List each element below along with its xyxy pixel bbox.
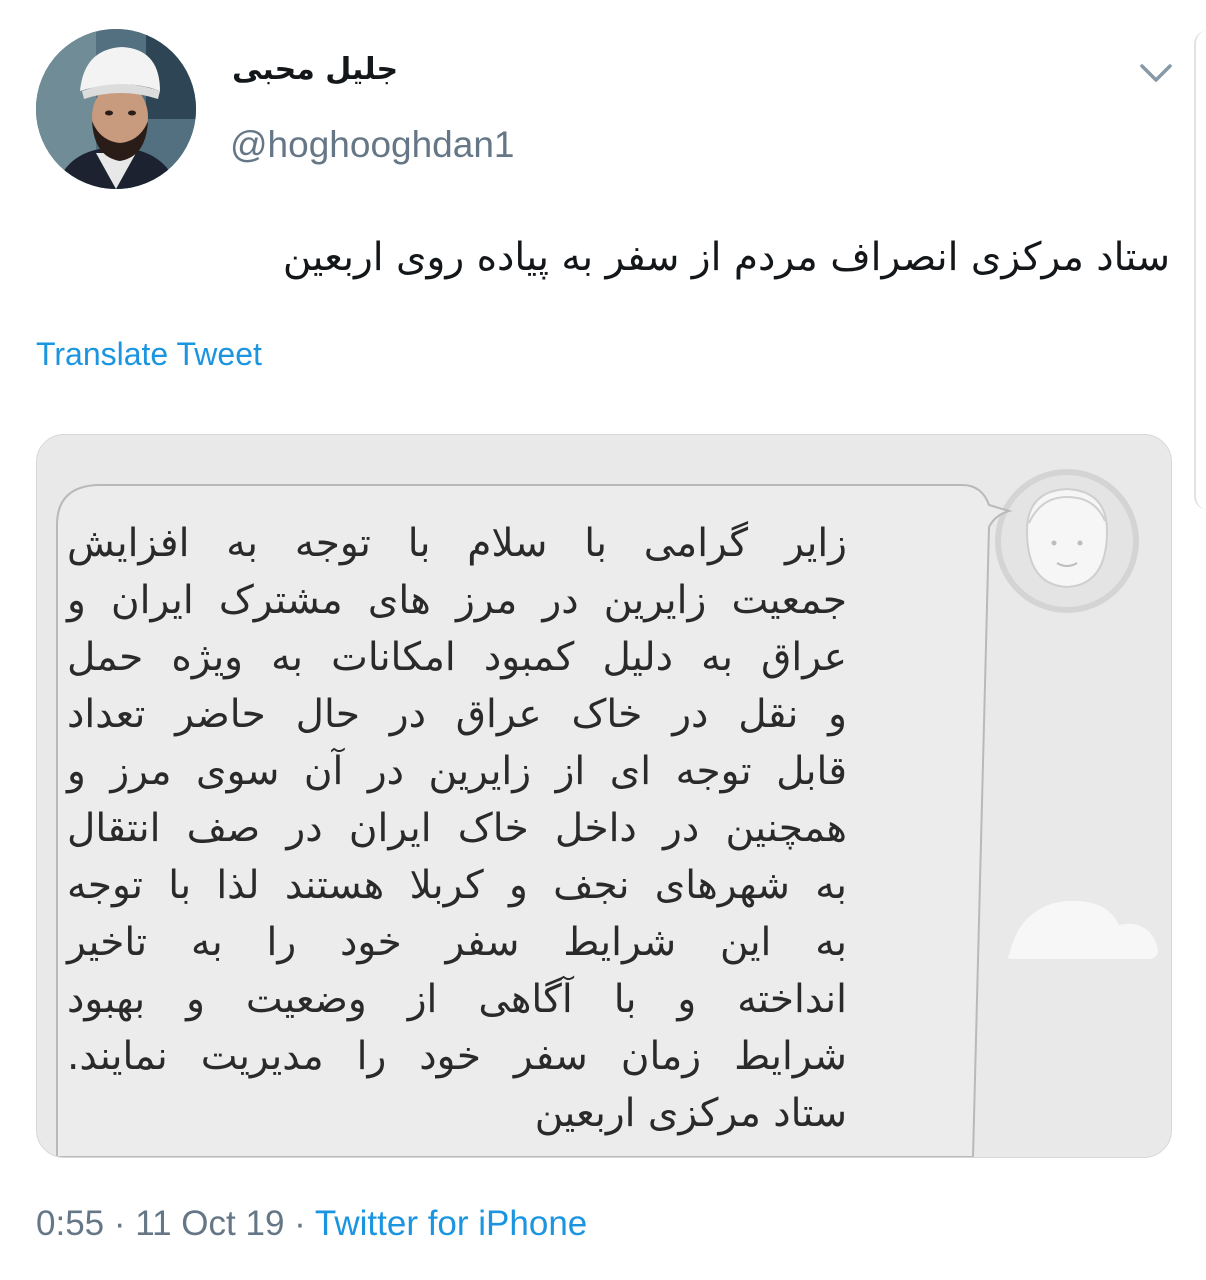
avatar-photo-icon	[36, 29, 196, 189]
tweet-source-link[interactable]: Twitter for iPhone	[315, 1204, 587, 1243]
tweet-media-image[interactable]: زایر گرامی با سلام با توجه به افزایش جمع…	[36, 434, 1172, 1158]
sms-line: و نقل در خاک عراق در حال حاضر تعداد	[67, 692, 847, 737]
tweet-footer: 0:55 · 11 Oct 19 · Twitter for iPhone	[36, 1204, 587, 1244]
author-avatar[interactable]	[36, 29, 196, 189]
footer-separator: ·	[294, 1204, 306, 1243]
sms-line: قابل توجه ای از زایرین در آن سوی مرز و	[67, 749, 847, 794]
sms-line: انداخته و با آگاهی از وضعیت و بهبود	[67, 977, 847, 1022]
translate-tweet-link[interactable]: Translate Tweet	[36, 336, 262, 373]
sms-line: به این شرایط سفر خود را به تاخیر	[67, 920, 847, 965]
sms-line: همچنین در داخل خاک ایران در صف انتقال	[67, 806, 847, 851]
author-handle[interactable]: @hoghooghdan1	[230, 124, 515, 166]
scroll-edge	[1194, 30, 1206, 510]
sms-line: جمعیت زایرین در مرز های مشترک ایران و	[67, 578, 847, 623]
sms-line: به شهرهای نجف و کربلا هستند لذا با توجه	[67, 863, 847, 908]
chevron-down-icon[interactable]	[1136, 56, 1176, 92]
tweet-detail: جلیل محبی @hoghooghdan1 ستاد مرکزی انصرا…	[0, 0, 1206, 1280]
sms-signature: ستاد مرکزی اربعین	[534, 1091, 847, 1136]
tweet-date[interactable]: 11 Oct 19	[135, 1204, 284, 1243]
footer-separator: ·	[113, 1204, 126, 1243]
tweet-time[interactable]: 0:55	[36, 1204, 104, 1243]
tweet-text: ستاد مرکزی انصراف مردم از سفر به پیاده ر…	[282, 235, 1170, 280]
author-display-name[interactable]: جلیل محبی	[232, 52, 398, 87]
sms-message-text: زایر گرامی با سلام با توجه به افزایش جمع…	[67, 515, 847, 1142]
sms-line: شرایط زمان سفر خود را مدیریت نمایند.	[67, 1034, 847, 1079]
sms-line: زایر گرامی با سلام با توجه به افزایش	[67, 521, 847, 566]
sms-line: عراق به دلیل کمبود امکانات به ویژه حمل	[67, 635, 847, 680]
default-user-icon	[995, 469, 1139, 613]
